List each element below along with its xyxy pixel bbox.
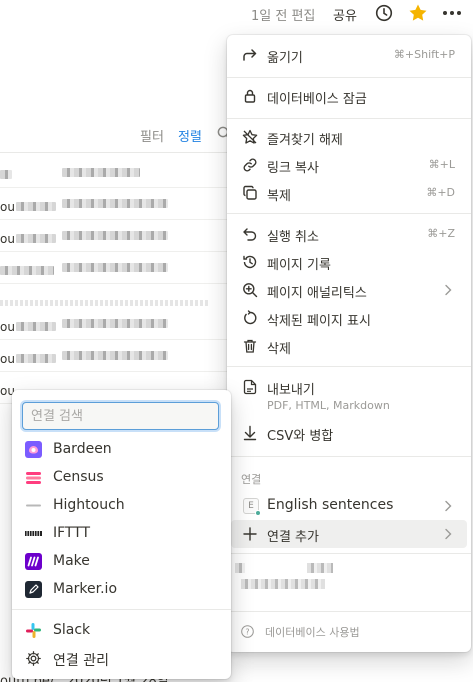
menu-item-duplicate[interactable]: 복제 ⌘+D — [231, 179, 467, 207]
menu-item-lock-database[interactable]: 데이터베이스 잠금 — [231, 82, 467, 110]
menu-item-move[interactable]: 옮기기 ⌘+Shift+P — [231, 41, 467, 69]
analytics-icon — [242, 282, 258, 298]
connection-option-census[interactable]: Census — [16, 464, 227, 492]
menu-item-show-deleted-pages[interactable]: 삭제된 페이지 표시 — [231, 304, 467, 332]
table-row[interactable] — [0, 158, 230, 188]
filter-button[interactable]: 필터 — [140, 126, 164, 145]
table-row[interactable]: ou — [0, 222, 230, 252]
move-arrow-icon — [242, 47, 258, 63]
row-url-fragment: ou — [0, 200, 15, 214]
menu-item-add-connection[interactable]: 연결 추가 — [231, 520, 467, 548]
menu-separator — [227, 77, 471, 78]
menu-item-page-history[interactable]: 페이지 기록 — [231, 248, 467, 276]
duplicate-icon — [242, 185, 258, 201]
svg-text:?: ? — [245, 627, 249, 636]
menu-separator — [227, 213, 471, 214]
menu-item-merge-csv[interactable]: CSV와 병합 — [231, 419, 467, 447]
hightouch-logo-icon — [25, 497, 42, 514]
connection-option-ifttt[interactable]: IFTTT — [16, 520, 227, 548]
connection-option-hightouch[interactable]: Hightouch — [16, 492, 227, 520]
menu-separator — [227, 553, 471, 554]
gear-icon — [25, 650, 42, 667]
redacted-info — [241, 579, 325, 589]
trash-icon — [242, 338, 258, 354]
manage-connections-button[interactable]: 연결 관리 — [16, 645, 227, 673]
db-toolbar-divider — [0, 152, 230, 153]
connection-option-slack[interactable]: Slack — [16, 617, 227, 645]
unstar-icon — [242, 129, 258, 145]
restore-icon — [242, 310, 258, 326]
redacted-info — [235, 563, 245, 573]
download-arrow-icon — [242, 425, 258, 441]
export-file-icon — [242, 379, 258, 395]
sort-button[interactable]: 정렬 — [178, 126, 202, 145]
connection-search-input[interactable] — [22, 402, 219, 430]
chevron-right-icon — [443, 500, 453, 512]
link-icon — [242, 157, 258, 173]
slack-logo-icon — [25, 622, 42, 639]
menu-item-delete[interactable]: 삭제 — [231, 332, 467, 360]
lock-icon — [242, 88, 258, 104]
menu-item-page-analytics[interactable]: 페이지 애널리틱스 — [231, 276, 467, 304]
menu-separator — [227, 118, 471, 119]
menu-separator — [227, 456, 471, 457]
connection-option-make[interactable]: Make — [16, 548, 227, 576]
table-row[interactable]: ou — [0, 342, 230, 372]
ifttt-logo-icon — [25, 525, 42, 542]
table-row[interactable]: ou — [0, 310, 230, 340]
census-logo-icon — [25, 469, 42, 486]
row-url-fragment: ou — [0, 320, 15, 334]
history-clock-icon[interactable] — [375, 4, 393, 22]
page-options-menu: 옮기기 ⌘+Shift+P 데이터베이스 잠금 즐겨찾기 해제 링크 복사 ⌘+… — [227, 35, 471, 652]
make-logo-icon — [25, 553, 42, 570]
connection-option-bardeen[interactable]: Bardeen — [16, 436, 227, 464]
menu-item-copy-link[interactable]: 링크 복사 ⌘+L — [231, 151, 467, 179]
chevron-right-icon — [443, 528, 453, 540]
menu-item-unfavorite[interactable]: 즐겨찾기 해제 — [231, 123, 467, 151]
marker-io-logo-icon — [25, 581, 42, 598]
row-url-fragment: ou — [0, 352, 15, 366]
history-icon — [242, 254, 258, 270]
table-row[interactable] — [0, 254, 230, 284]
menu-separator — [227, 611, 471, 612]
menu-item-export[interactable]: 내보내기 PDF, HTML, Markdown — [231, 373, 467, 417]
table-row[interactable]: ou — [0, 190, 230, 220]
popover-separator — [12, 609, 231, 610]
chevron-right-icon — [443, 284, 453, 296]
share-button[interactable]: 공유 — [333, 5, 357, 24]
favorite-star-icon[interactable] — [408, 3, 428, 23]
connections-section-title: 연결 — [241, 473, 262, 486]
plus-icon — [242, 526, 258, 542]
page-topbar: 1일 전 편집 공유 — [0, 0, 473, 28]
last-edited-label: 1일 전 편집 — [251, 9, 316, 24]
connection-option-marker-io[interactable]: Marker.io — [16, 576, 227, 604]
connection-english-sentences[interactable]: E English sentences — [231, 492, 467, 520]
redacted-info — [307, 563, 333, 573]
status-dot — [255, 510, 261, 516]
undo-icon — [242, 226, 258, 242]
more-options-icon[interactable] — [441, 4, 463, 22]
add-connection-popover: Bardeen Census Hightouch IFTTT Make Mark… — [12, 390, 231, 679]
bardeen-logo-icon — [25, 441, 42, 458]
menu-item-undo[interactable]: 실행 취소 ⌘+Z — [231, 220, 467, 248]
row-url-fragment: ou — [0, 232, 15, 246]
row-group-divider — [0, 300, 210, 306]
help-circle-icon: ? — [241, 625, 254, 638]
menu-separator — [227, 366, 471, 367]
